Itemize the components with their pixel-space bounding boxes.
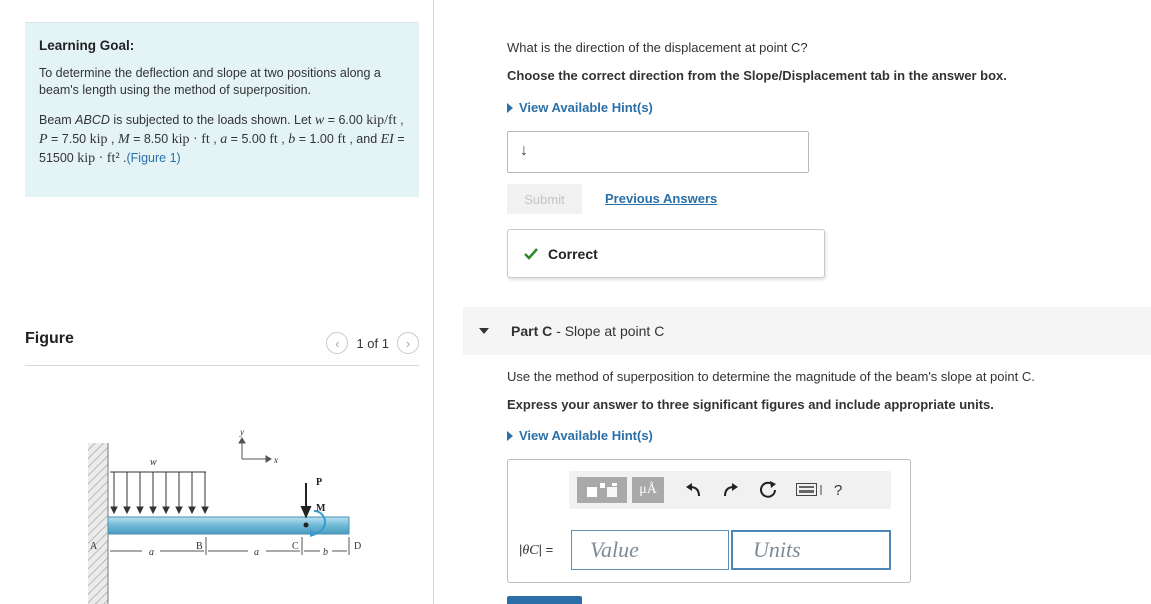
figure-link[interactable]: (Figure 1) — [127, 151, 181, 165]
reset-icon[interactable] — [760, 481, 778, 499]
help-icon[interactable]: ? — [834, 482, 842, 499]
label-a2: a — [254, 547, 259, 558]
keyboard-icon[interactable] — [796, 482, 824, 498]
chevron-right-icon[interactable]: › — [397, 332, 419, 354]
label-D: D — [354, 541, 361, 552]
correct-feedback: Correct — [507, 229, 825, 278]
chevron-left-icon[interactable]: ‹ — [326, 332, 349, 354]
point-load-arrow — [300, 483, 312, 519]
hint-caret-icon — [507, 430, 513, 441]
part-b-hint-toggle[interactable]: View Available Hint(s) — [507, 100, 653, 115]
beam-diagram: w y x P M A B C D a a b — [88, 427, 361, 604]
label-y: y — [239, 427, 244, 437]
math-toolbar: μÅ ? — [569, 471, 891, 509]
left-panel: Learning Goal: To determine the deflecti… — [0, 0, 434, 604]
part-c-submit-button[interactable] — [507, 596, 582, 604]
learning-goal-title: Learning Goal: — [39, 38, 135, 53]
label-a1: a — [149, 547, 154, 558]
figure-pager: ‹ 1 of 1 › — [326, 332, 419, 354]
label-M: M — [316, 503, 326, 514]
template-icon — [587, 483, 617, 497]
down-arrow-answer: ↓ — [520, 142, 528, 159]
beam-parameters: Beam ABCD is subjected to the loads show… — [39, 113, 405, 166]
hint-caret-icon — [507, 102, 513, 113]
beam-figure: w y x P M A B C D a a b — [70, 425, 370, 604]
pager-text: 1 of 1 — [356, 335, 389, 351]
submit-button[interactable]: Submit — [507, 184, 582, 214]
distributed-load-arrows — [110, 471, 209, 515]
previous-answers-link[interactable]: Previous Answers — [605, 191, 717, 206]
checkmark-icon — [524, 247, 538, 260]
value-input[interactable]: Value — [571, 530, 729, 570]
figure-header: Figure ‹ 1 of 1 › — [25, 322, 419, 366]
part-c-question: Use the method of superposition to deter… — [507, 369, 1035, 384]
axis-indicator — [238, 437, 272, 463]
template-button[interactable] — [577, 477, 627, 503]
label-x: x — [273, 455, 278, 465]
dimension-lines — [110, 537, 350, 555]
beam — [107, 516, 350, 535]
figure-title: Figure — [25, 330, 74, 347]
units-symbol-button[interactable]: μÅ — [632, 477, 664, 503]
part-c-instruction: Express your answer to three significant… — [507, 397, 994, 412]
label-B: B — [196, 541, 203, 552]
learning-goal-box: Learning Goal: To determine the deflecti… — [25, 22, 419, 197]
learning-goal-description: To determine the deflection and slope at… — [39, 66, 381, 97]
part-b-answer-box[interactable]: ↓ — [507, 131, 809, 173]
label-w: w — [150, 457, 157, 468]
label-A: A — [90, 541, 98, 552]
part-c-title: Part C - Slope at point C — [511, 323, 665, 339]
label-P: P — [316, 477, 322, 488]
undo-icon[interactable] — [684, 481, 702, 499]
correct-text: Correct — [548, 245, 598, 262]
part-b-question: What is the direction of the displacemen… — [507, 40, 808, 55]
theta-c-label: |θC| = — [519, 542, 554, 558]
part-b-instruction: Choose the correct direction from the Sl… — [507, 68, 1007, 83]
part-c-hint-toggle[interactable]: View Available Hint(s) — [507, 428, 653, 443]
part-c-header[interactable]: Part C - Slope at point C — [463, 307, 1151, 355]
right-panel: What is the direction of the displacemen… — [463, 0, 1151, 604]
redo-icon[interactable] — [722, 481, 740, 499]
equation-editor: μÅ ? |θC| = Value Units — [507, 459, 911, 583]
units-input[interactable]: Units — [731, 530, 891, 570]
label-C: C — [292, 541, 299, 552]
caret-down-icon — [479, 328, 489, 334]
label-b: b — [323, 547, 328, 558]
